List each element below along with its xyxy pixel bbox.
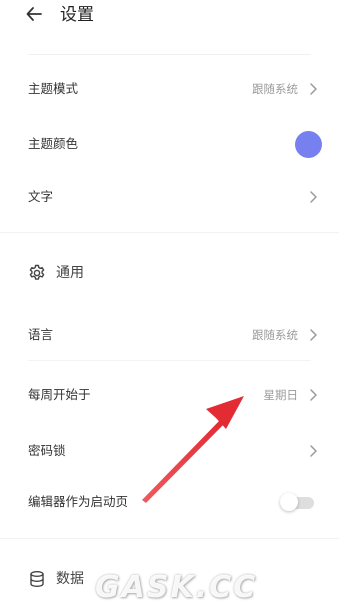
general-section-header: 通用 (28, 262, 228, 286)
week-start-label: 每周开始于 (28, 387, 91, 402)
chevron-right-icon (310, 329, 317, 341)
database-icon (30, 571, 44, 588)
theme-mode-row[interactable]: 主题模式 跟随系统 (28, 78, 318, 102)
general-section-label: 通用 (56, 265, 84, 281)
top-divider (28, 54, 311, 55)
language-label: 语言 (28, 327, 54, 342)
data-section-label: 数据 (56, 571, 84, 587)
language-row[interactable]: 语言 跟随系统 (28, 324, 318, 348)
theme-mode-label: 主题模式 (28, 81, 79, 96)
editor-startup-row: 编辑器作为启动页 (28, 491, 318, 515)
text-row[interactable]: 文字 (28, 186, 318, 210)
chevron-right-icon (310, 445, 317, 457)
chevron-right-icon (310, 83, 317, 95)
chevron-right-icon (310, 191, 317, 203)
header-bar: 设置 (0, 0, 339, 34)
password-lock-label: 密码锁 (28, 443, 66, 458)
toggle-knob (280, 493, 298, 511)
password-lock-row[interactable]: 密码锁 (28, 440, 318, 464)
week-start-value: 星期日 (263, 388, 299, 402)
theme-color-label: 主题颜色 (28, 136, 79, 151)
section-divider (0, 538, 339, 539)
back-arrow-icon[interactable] (25, 5, 43, 23)
page-title: 设置 (60, 5, 94, 25)
watermark: GASK.CC (95, 570, 335, 610)
section-divider (0, 232, 339, 233)
row-divider (28, 360, 311, 361)
theme-color-swatch[interactable] (295, 131, 322, 158)
week-start-row[interactable]: 每周开始于 星期日 (28, 384, 318, 408)
language-value: 跟随系统 (252, 328, 298, 342)
theme-color-row[interactable]: 主题颜色 (28, 131, 322, 158)
watermark-text: GASK.CC (95, 570, 258, 605)
editor-startup-toggle[interactable] (280, 493, 314, 511)
chevron-right-icon (310, 389, 317, 401)
text-label: 文字 (28, 189, 54, 204)
gear-icon (29, 264, 45, 280)
editor-startup-label: 编辑器作为启动页 (28, 494, 129, 509)
theme-mode-value: 跟随系统 (252, 82, 298, 96)
